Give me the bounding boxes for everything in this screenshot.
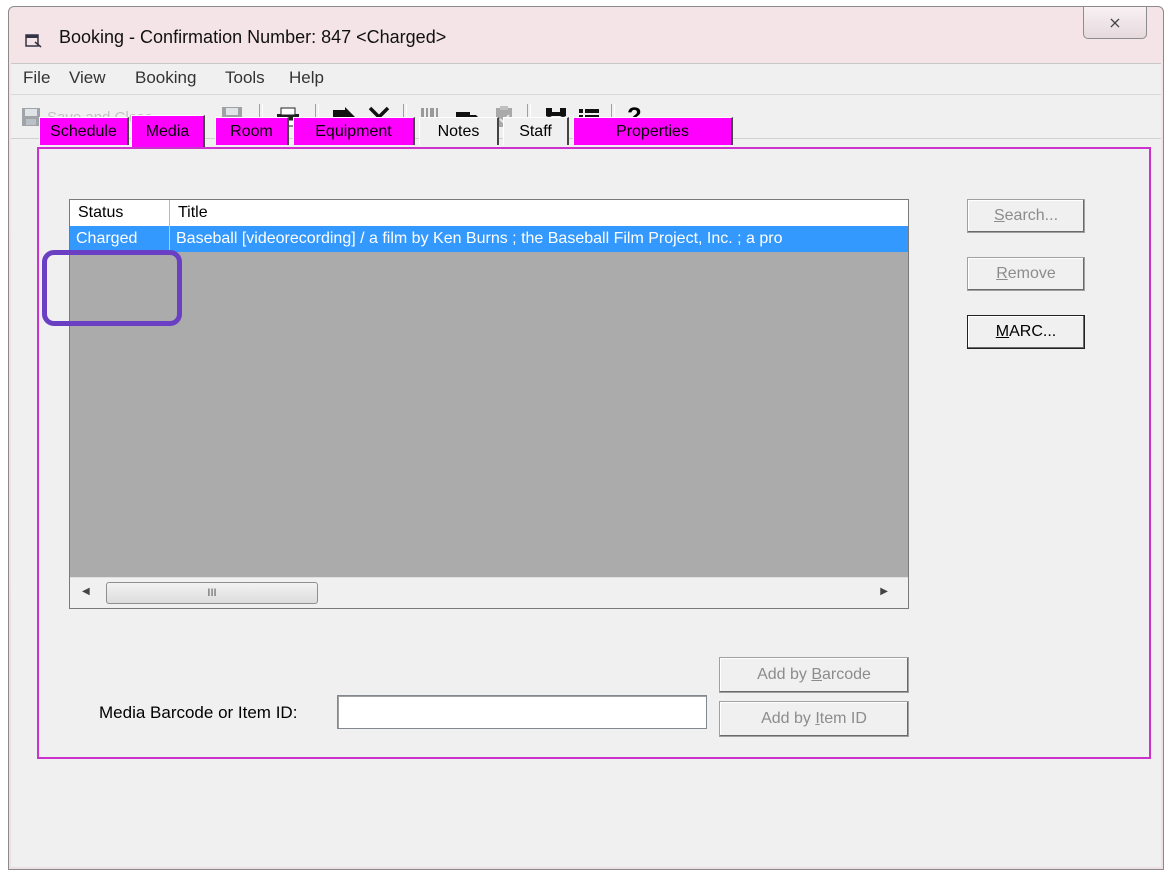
add-by-barcode-label: Add by Barcode [757, 666, 871, 683]
remove-button[interactable]: Remove [967, 257, 1085, 291]
close-button[interactable]: ⨯ [1083, 7, 1147, 39]
tab-notes-label: Notes [437, 122, 480, 140]
add-by-item-id-button[interactable]: Add by Item ID [719, 701, 909, 737]
close-icon: ⨯ [1108, 14, 1122, 32]
marc-button-label: MARC... [995, 323, 1057, 340]
tab-properties-label: Properties [616, 122, 689, 140]
tab-equipment[interactable]: Equipment [293, 117, 415, 145]
media-list[interactable]: Status Title Charged Baseball [videoreco… [69, 199, 909, 609]
title-bar: Booking - Confirmation Number: 847 <Char… [9, 7, 1163, 63]
barcode-input[interactable] [337, 695, 707, 729]
search-button[interactable]: Search... [967, 199, 1085, 233]
scroll-right-icon[interactable]: ▶ [880, 586, 888, 597]
tab-room[interactable]: Room [215, 117, 289, 145]
column-header-status[interactable]: Status [70, 200, 170, 226]
tab-room-label: Room [230, 122, 273, 140]
save-icon [22, 108, 40, 126]
menu-help[interactable]: Help [289, 68, 324, 88]
barcode-field-label: Media Barcode or Item ID: [99, 703, 298, 722]
table-row[interactable]: Charged Baseball [videorecording] / a fi… [70, 226, 908, 252]
horizontal-scrollbar[interactable]: ◀ III ▶ [70, 577, 908, 608]
menu-view[interactable]: View [69, 68, 106, 88]
media-tab-panel: Status Title Charged Baseball [videoreco… [37, 147, 1151, 759]
menu-tools[interactable]: Tools [225, 68, 265, 88]
scroll-thumb-grip: III [207, 587, 217, 599]
tab-staff-label: Staff [519, 122, 552, 140]
search-button-label: Search... [993, 207, 1059, 224]
scroll-left-icon[interactable]: ◀ [82, 586, 90, 597]
status-highlight-annotation [42, 250, 182, 326]
window-title: Booking - Confirmation Number: 847 <Char… [59, 27, 447, 47]
booking-window-icon [25, 34, 42, 48]
menu-booking[interactable]: Booking [135, 68, 196, 88]
cell-status: Charged [70, 226, 170, 252]
tab-properties[interactable]: Properties [573, 117, 733, 145]
tab-media-label: Media [145, 122, 190, 140]
column-header-title[interactable]: Title [170, 200, 908, 226]
tab-media[interactable]: Media [131, 115, 205, 147]
marc-button[interactable]: MARC... [967, 315, 1085, 349]
tab-schedule[interactable]: Schedule [39, 117, 129, 145]
remove-button-label: Remove [996, 265, 1056, 282]
booking-window: Booking - Confirmation Number: 847 <Char… [8, 6, 1164, 870]
menu-bar: File View Booking Tools Help [11, 64, 1161, 95]
add-by-item-id-label: Add by Item ID [761, 710, 867, 727]
add-by-barcode-button[interactable]: Add by Barcode [719, 657, 909, 693]
cell-title: Baseball [videorecording] / a film by Ke… [176, 230, 783, 247]
tab-staff[interactable]: Staff [503, 117, 569, 145]
list-header: Status Title [70, 200, 908, 227]
menu-file[interactable]: File [23, 68, 50, 88]
tab-schedule-label: Schedule [50, 122, 117, 140]
tab-equipment-label: Equipment [315, 122, 392, 140]
scroll-thumb[interactable]: III [106, 582, 318, 604]
tab-notes[interactable]: Notes [419, 117, 499, 145]
